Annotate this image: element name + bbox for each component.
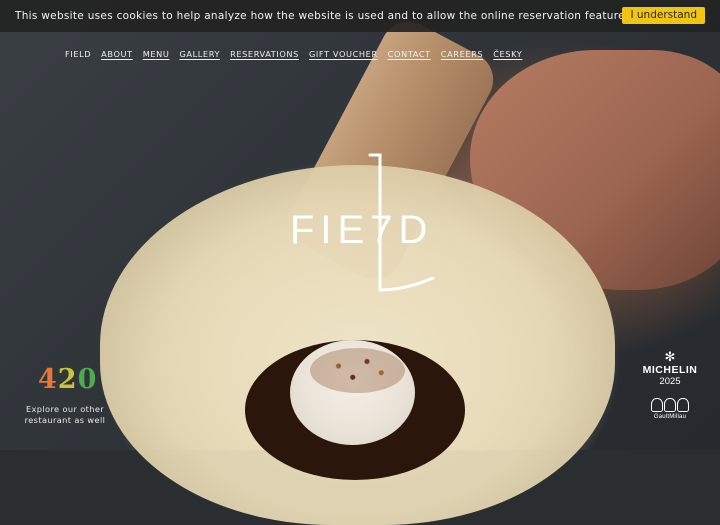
- explore-line-1: Explore our other: [25, 404, 105, 414]
- michelin-badge[interactable]: ✻ MICHELIN 2025: [640, 350, 700, 388]
- explore-caption[interactable]: Explore our other restaurant as well: [20, 404, 110, 426]
- restaurant-420-logo[interactable]: 420: [38, 364, 97, 395]
- nav-about[interactable]: ABOUT: [101, 49, 133, 59]
- explore-line-2: restaurant as well: [24, 415, 106, 425]
- n420-digit-0: 0: [77, 364, 98, 395]
- nav-cesky[interactable]: ČESKY: [493, 49, 522, 59]
- michelin-label: MICHELIN: [642, 364, 698, 376]
- gaultmillau-label: GaultMillau: [653, 414, 687, 420]
- nav-gallery[interactable]: GALLERY: [179, 49, 220, 59]
- nav-careers[interactable]: CAREERS: [441, 49, 483, 59]
- nav-gift-voucher[interactable]: GIFT VOUCHER: [309, 49, 378, 59]
- nav-reservations[interactable]: RESERVATIONS: [230, 49, 299, 59]
- field-logo[interactable]: FIE7D: [285, 150, 445, 300]
- cookie-accept-button[interactable]: I understand: [622, 7, 705, 24]
- main-nav: FIELD ABOUT MENU GALLERY RESERVATIONS GI…: [65, 49, 522, 59]
- michelin-year: 2025: [659, 376, 681, 387]
- michelin-star-icon: ✻: [664, 349, 676, 364]
- crumb-topping-image: [310, 348, 405, 393]
- logo-wordmark: FIE7D: [290, 208, 434, 252]
- n420-digit-4: 4: [38, 364, 58, 395]
- cookie-message: This website uses cookies to help analyz…: [15, 10, 635, 22]
- nav-contact[interactable]: CONTACT: [388, 49, 431, 59]
- toque-hats-icon: [648, 398, 692, 412]
- n420-digit-2: 2: [57, 364, 78, 395]
- nav-field[interactable]: FIELD: [65, 49, 91, 59]
- gaultmillau-badge[interactable]: GaultMillau: [648, 398, 692, 420]
- nav-menu[interactable]: MENU: [143, 49, 170, 59]
- cookie-bar: This website uses cookies to help analyz…: [0, 0, 720, 32]
